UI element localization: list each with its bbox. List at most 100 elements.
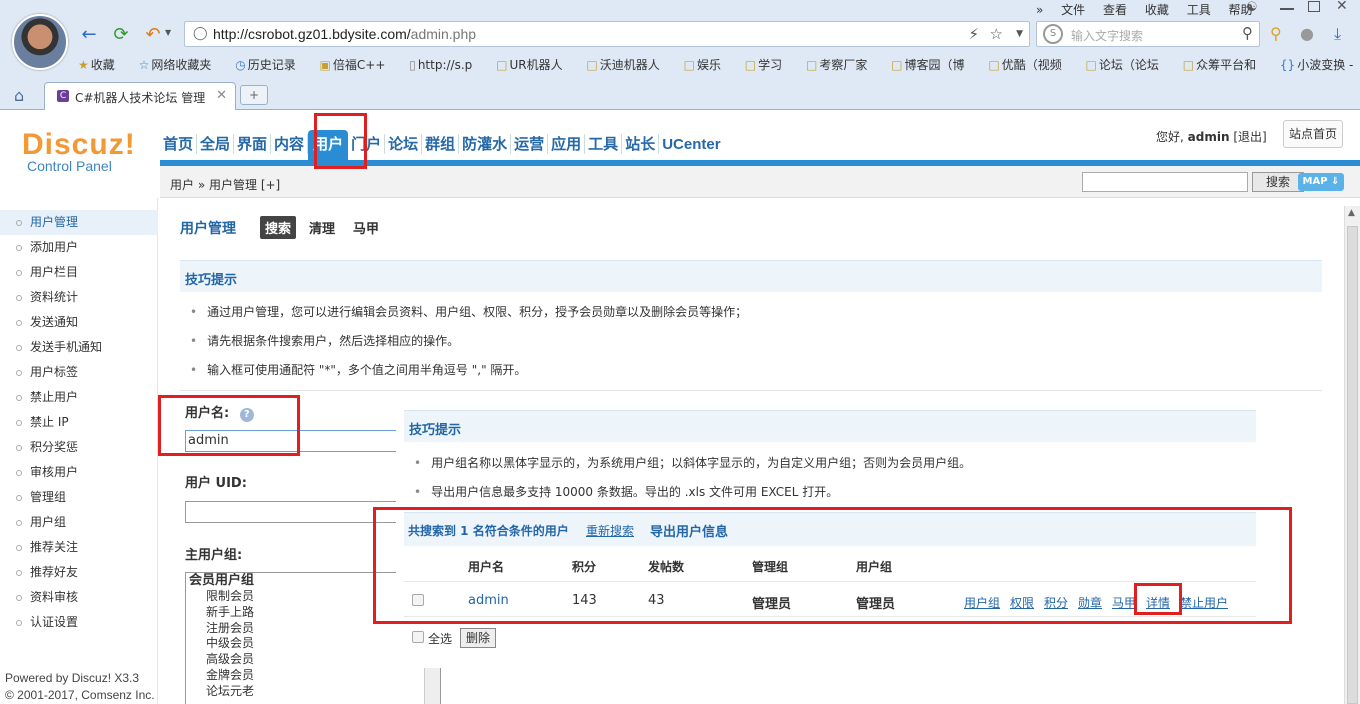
browser-search-box[interactable]: S 输入文字搜索 ⚲: [1036, 21, 1260, 47]
site-home-button[interactable]: 站点首页: [1283, 120, 1343, 148]
star-icon[interactable]: ☆: [990, 25, 1003, 43]
new-tab-button[interactable]: +: [240, 85, 268, 105]
nav-tools[interactable]: 工具: [585, 134, 623, 154]
action-permission-link[interactable]: 权限: [1010, 594, 1034, 611]
maximize-icon[interactable]: [1308, 1, 1320, 12]
bookmark-item[interactable]: ◷ 历史记录: [235, 58, 306, 72]
back-arrow-icon[interactable]: ←: [78, 24, 100, 46]
delete-button[interactable]: 删除: [460, 628, 496, 648]
skin-icon[interactable]: ☯: [1246, 0, 1258, 15]
action-details-link[interactable]: 详情: [1146, 594, 1170, 611]
menu-view[interactable]: 查看: [1103, 3, 1127, 17]
page-scrollbar[interactable]: ▲: [1344, 206, 1360, 704]
bookmark-folder[interactable]: □ 博客园（博: [891, 58, 974, 72]
export-link[interactable]: 导出用户信息: [650, 521, 728, 540]
sidebar-item-ban-ip[interactable]: 禁止 IP: [0, 410, 158, 435]
bookmark-folder[interactable]: □ 众筹平台和: [1183, 58, 1266, 72]
bookmark-folder[interactable]: □ 学习: [745, 58, 792, 72]
sidebar-item-user-tags[interactable]: 用户标签: [0, 360, 158, 385]
nav-ui[interactable]: 界面: [234, 134, 272, 154]
username-input[interactable]: admin: [185, 430, 399, 452]
bookmark-folder[interactable]: □ 娱乐: [684, 58, 731, 72]
undo-icon[interactable]: ↶: [142, 24, 164, 46]
group-option[interactable]: 金牌会员: [186, 668, 440, 684]
admin-search-input[interactable]: [1082, 172, 1248, 192]
download-icon[interactable]: ⤓: [1334, 24, 1341, 44]
menu-tools[interactable]: 工具: [1187, 3, 1211, 17]
nav-portal[interactable]: 门户: [348, 134, 386, 154]
home-icon[interactable]: ⌂: [14, 86, 24, 105]
logout-link[interactable]: [退出]: [1233, 130, 1266, 144]
sidebar-item-user-fields[interactable]: 用户栏目: [0, 260, 158, 285]
tab-prune[interactable]: 清理: [304, 216, 340, 239]
nav-operation[interactable]: 运营: [511, 134, 549, 154]
user-avatar[interactable]: [12, 14, 68, 70]
row-username-link[interactable]: admin: [468, 593, 509, 608]
menu-favorites[interactable]: 收藏: [1145, 3, 1169, 17]
sidebar-item-user-groups[interactable]: 用户组: [0, 510, 158, 535]
bookmark-item[interactable]: ▯ http://s.p: [409, 58, 482, 72]
add-shortcut-link[interactable]: [+]: [261, 178, 280, 192]
bookmark-item[interactable]: ★ 收藏: [78, 58, 125, 72]
row-checkbox[interactable]: [412, 594, 424, 606]
nav-forum[interactable]: 论坛: [385, 134, 423, 154]
scroll-up-icon[interactable]: ▲: [1348, 208, 1355, 218]
sidebar-item-add-user[interactable]: 添加用户: [0, 235, 158, 260]
close-tab-icon[interactable]: ✕: [216, 88, 227, 103]
sidebar-item-profile-review[interactable]: 资料审核: [0, 585, 158, 610]
more-icon[interactable]: ●: [1300, 24, 1314, 43]
nav-ucenter[interactable]: UCenter: [659, 135, 723, 155]
help-icon[interactable]: ?: [239, 408, 254, 422]
bookmark-item[interactable]: ▣ 倍福C++: [320, 58, 396, 72]
action-ban-link[interactable]: 禁止用户: [1180, 594, 1228, 611]
bookmark-folder[interactable]: □ 论坛（论坛: [1086, 58, 1169, 72]
nav-antispam[interactable]: 防灌水: [459, 134, 512, 154]
sidebar-item-recommend-follow[interactable]: 推荐关注: [0, 535, 158, 560]
dropdown-icon[interactable]: ▼: [1016, 29, 1023, 39]
research-link[interactable]: 重新搜索: [586, 522, 634, 539]
sidebar-item-recommend-friends[interactable]: 推荐好友: [0, 560, 158, 585]
map-button[interactable]: MAP ⇓: [1298, 173, 1344, 191]
address-bar[interactable]: ◯ http://csrobot.gz01.bdysite.com/admin.…: [184, 21, 1030, 47]
search-icon[interactable]: ⚲: [1242, 24, 1253, 42]
sidebar-item-ban-user[interactable]: 禁止用户: [0, 385, 158, 410]
refresh-icon[interactable]: ⟳: [110, 24, 132, 46]
nav-founder[interactable]: 站长: [622, 134, 660, 154]
discuz-logo[interactable]: Discuz! Control Panel: [22, 128, 136, 174]
bookmark-item[interactable]: {} 小波变换 -: [1280, 58, 1360, 72]
sidebar-item-verify-settings[interactable]: 认证设置: [0, 610, 158, 635]
close-icon[interactable]: ✕: [1336, 0, 1348, 14]
menu-file[interactable]: 文件: [1061, 3, 1085, 17]
group-option[interactable]: 论坛元老: [186, 684, 440, 700]
tab-search[interactable]: 搜索: [260, 216, 297, 239]
bookmark-folder[interactable]: □ UR机器人: [496, 58, 572, 72]
action-usergroup-link[interactable]: 用户组: [964, 594, 1000, 611]
scroll-thumb[interactable]: [1347, 226, 1358, 704]
nav-group[interactable]: 群组: [422, 134, 460, 154]
key-icon[interactable]: ⚲: [1270, 24, 1282, 43]
sidebar-item-user-manage[interactable]: 用户管理: [0, 210, 158, 235]
undo-dropdown-icon[interactable]: ▼: [165, 28, 171, 37]
bookmark-folder[interactable]: □ 优酷（视频: [988, 58, 1071, 72]
action-vest-link[interactable]: 马甲: [1112, 594, 1136, 611]
sidebar-item-credits-reward[interactable]: 积分奖惩: [0, 435, 158, 460]
lightning-icon[interactable]: ⚡: [968, 25, 979, 43]
select-all-checkbox[interactable]: [412, 631, 424, 643]
action-credits-link[interactable]: 积分: [1044, 594, 1068, 611]
action-medals-link[interactable]: 勋章: [1078, 594, 1102, 611]
uid-input[interactable]: [185, 501, 399, 523]
sidebar-item-send-sms[interactable]: 发送手机通知: [0, 335, 158, 360]
bookmark-folder[interactable]: □ 考察厂家: [806, 58, 877, 72]
nav-content[interactable]: 内容: [271, 134, 309, 154]
sidebar-item-admin-groups[interactable]: 管理组: [0, 485, 158, 510]
admin-search-button[interactable]: 搜索: [1252, 172, 1304, 192]
sidebar-item-moderate-users[interactable]: 审核用户: [0, 460, 158, 485]
menu-more[interactable]: »: [1036, 3, 1043, 17]
nav-apps[interactable]: 应用: [548, 134, 586, 154]
sidebar-item-send-notice[interactable]: 发送通知: [0, 310, 158, 335]
sidebar-item-profile-stats[interactable]: 资料统计: [0, 285, 158, 310]
tab-vest[interactable]: 马甲: [348, 216, 384, 239]
nav-user[interactable]: 用户: [308, 130, 349, 162]
browser-tab[interactable]: C C#机器人技术论坛 管理 ✕: [44, 82, 236, 110]
nav-global[interactable]: 全局: [197, 134, 235, 154]
